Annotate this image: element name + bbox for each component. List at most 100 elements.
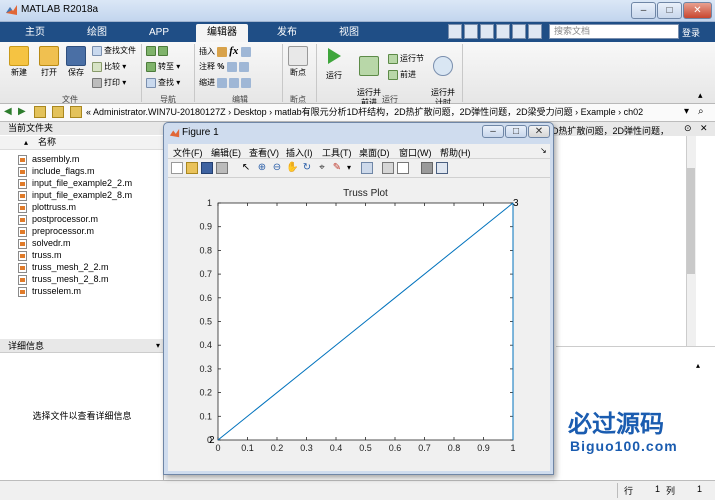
save-button[interactable]: 保存 (62, 46, 90, 78)
print-figure-icon[interactable] (216, 162, 228, 174)
file-item[interactable]: trusselem.m (18, 285, 81, 297)
scroll-up-icon[interactable]: ▴ (696, 361, 700, 370)
zoom-out-icon[interactable]: ⊖ (271, 162, 283, 174)
zoom-in-icon[interactable]: ⊕ (256, 162, 268, 174)
find-button[interactable]: 查找 ▾ (146, 77, 180, 89)
watermark-title: 必过源码 (568, 410, 664, 438)
x-tick-label: 0.8 (448, 443, 461, 453)
tab-editor[interactable]: 编辑器 (196, 24, 248, 42)
y-tick-label: 0.1 (199, 411, 212, 421)
quick-access-icon[interactable] (496, 24, 510, 39)
menu-desktop[interactable]: 桌面(D) (359, 146, 390, 159)
path-dropdown-icon[interactable]: ▾ (684, 106, 689, 117)
collapse-ribbon-icon[interactable]: ▴ (698, 90, 703, 101)
menu-insert[interactable]: 插入(I) (286, 146, 313, 159)
browse-folder-icon[interactable] (52, 106, 64, 118)
file-item[interactable]: postprocessor.m (18, 213, 98, 225)
file-item[interactable]: include_flags.m (18, 165, 95, 177)
figure-maximize-button[interactable]: □ (505, 125, 527, 138)
forward-icon[interactable]: ▶ (18, 106, 26, 117)
brush-icon[interactable]: ✎ (331, 162, 343, 174)
indent-button[interactable]: 缩进 (199, 77, 253, 89)
pointer-icon[interactable]: ↖ (240, 162, 252, 174)
quick-access-icon[interactable] (480, 24, 494, 39)
file-item[interactable]: input_file_example2_2.m (18, 177, 132, 189)
open-file-icon[interactable] (186, 162, 198, 174)
maximize-button[interactable]: □ (657, 2, 682, 19)
login-link[interactable]: 登录 (682, 26, 700, 39)
new-button[interactable]: 新建 (4, 46, 34, 78)
file-item[interactable]: solvedr.m (18, 237, 71, 249)
find-files-button[interactable]: 查找文件 (92, 45, 136, 57)
help-icon[interactable] (528, 24, 542, 39)
run-and-time-button[interactable]: 运行并 计时 (427, 46, 459, 108)
current-folder-path[interactable]: « Administrator.WIN7U-20180127Z › Deskto… (86, 104, 643, 121)
sort-arrow-icon[interactable]: ▴ (24, 138, 28, 147)
tab-apps[interactable]: APP (136, 24, 182, 42)
link-plot-icon[interactable] (361, 162, 373, 174)
tab-plots[interactable]: 绘图 (74, 24, 120, 42)
run-button[interactable]: 运行 (320, 46, 348, 81)
back-forward-buttons[interactable] (146, 45, 170, 57)
tab-home[interactable]: 主页 (12, 24, 58, 42)
file-item[interactable]: input_file_example2_8.m (18, 189, 132, 201)
open-button[interactable]: 打开 (34, 46, 64, 78)
goto-button[interactable]: 转至 ▾ (146, 61, 180, 73)
menu-file[interactable]: 文件(F) (173, 146, 203, 159)
minimize-button[interactable]: – (631, 2, 656, 19)
menu-window[interactable]: 窗口(W) (399, 146, 432, 159)
details-title[interactable]: 详细信息 (0, 339, 164, 353)
quick-access-icon[interactable] (448, 24, 462, 39)
insert-legend-icon[interactable] (397, 162, 409, 174)
fx-icon[interactable]: fx (229, 45, 238, 57)
comment-icon (226, 61, 237, 72)
help-icon[interactable] (512, 24, 526, 39)
hide-plot-tools-icon[interactable] (421, 162, 433, 174)
search-icon[interactable]: ⌕ (698, 106, 704, 117)
file-item[interactable]: truss.m (18, 249, 62, 261)
expand-arrow-icon[interactable]: ▾ (156, 341, 160, 350)
new-figure-icon[interactable] (171, 162, 183, 174)
up-folder-icon[interactable] (34, 106, 46, 118)
file-item[interactable]: plottruss.m (18, 201, 76, 213)
menu-view[interactable]: 查看(V) (249, 146, 279, 159)
file-item[interactable]: truss_mesh_2_8.m (18, 273, 109, 285)
back-icon[interactable]: ◀ (4, 106, 12, 117)
truss-plot-axes[interactable]: Truss Plot 0 0.1 0.2 0.3 0.4 0.5 0.6 0.7 0.8 0.9 1 0… (168, 178, 550, 471)
figure-canvas[interactable]: Truss Plot 0 0.1 0.2 0.3 0.4 0.5 0.6 0.7 0.8 0.9 1 0… (168, 178, 550, 471)
file-item[interactable]: truss_mesh_2_2.m (18, 261, 109, 273)
close-button[interactable]: ✕ (683, 2, 712, 19)
search-documentation-input[interactable]: 搜索文档 (549, 24, 679, 39)
menu-dock-icon[interactable]: ↘ (540, 146, 547, 155)
menu-edit[interactable]: 编辑(E) (211, 146, 241, 159)
compare-button[interactable]: 比较 ▾ (92, 61, 126, 73)
breakpoints-button[interactable]: 断点 (284, 46, 312, 78)
show-plot-tools-icon[interactable] (436, 162, 448, 174)
tab-publish[interactable]: 发布 (264, 24, 310, 42)
print-button[interactable]: 打印 ▾ (92, 77, 126, 89)
save-figure-icon[interactable] (201, 162, 213, 174)
brush-dropdown-icon[interactable]: ▾ (343, 162, 355, 174)
pan-hand-icon[interactable]: ✋ (286, 162, 298, 174)
panel-expand-icon[interactable]: ⊙ (684, 123, 692, 134)
data-cursor-icon[interactable]: ⌖ (316, 162, 328, 174)
figure-close-button[interactable]: ✕ (528, 125, 550, 138)
figure-minimize-button[interactable]: – (482, 125, 504, 138)
comment-button[interactable]: 注释 % (199, 61, 251, 73)
insert-colorbar-icon[interactable] (382, 162, 394, 174)
insert-button[interactable]: 插入 fx (199, 45, 253, 57)
file-item[interactable]: assembly.m (18, 153, 79, 165)
figure-window[interactable]: Figure 1 – □ ✕ 文件(F) 编辑(E) 查看(V) 插入(I) 工… (163, 122, 554, 475)
menu-tools[interactable]: 工具(T) (322, 146, 352, 159)
tab-view[interactable]: 视图 (326, 24, 372, 42)
run-section-button[interactable]: 运行节 (388, 53, 424, 65)
scrollbar-thumb[interactable] (687, 168, 695, 274)
file-item[interactable]: preprocessor.m (18, 225, 94, 237)
advance-button[interactable]: 前进 (388, 69, 416, 81)
group-separator (316, 44, 317, 102)
rotate-3d-icon[interactable]: ↻ (301, 162, 313, 174)
panel-close-icon[interactable]: ✕ (700, 123, 708, 134)
quick-access-icon[interactable] (464, 24, 478, 39)
current-folder-title: 当前文件夹 (0, 122, 164, 135)
menu-help[interactable]: 帮助(H) (440, 146, 471, 159)
